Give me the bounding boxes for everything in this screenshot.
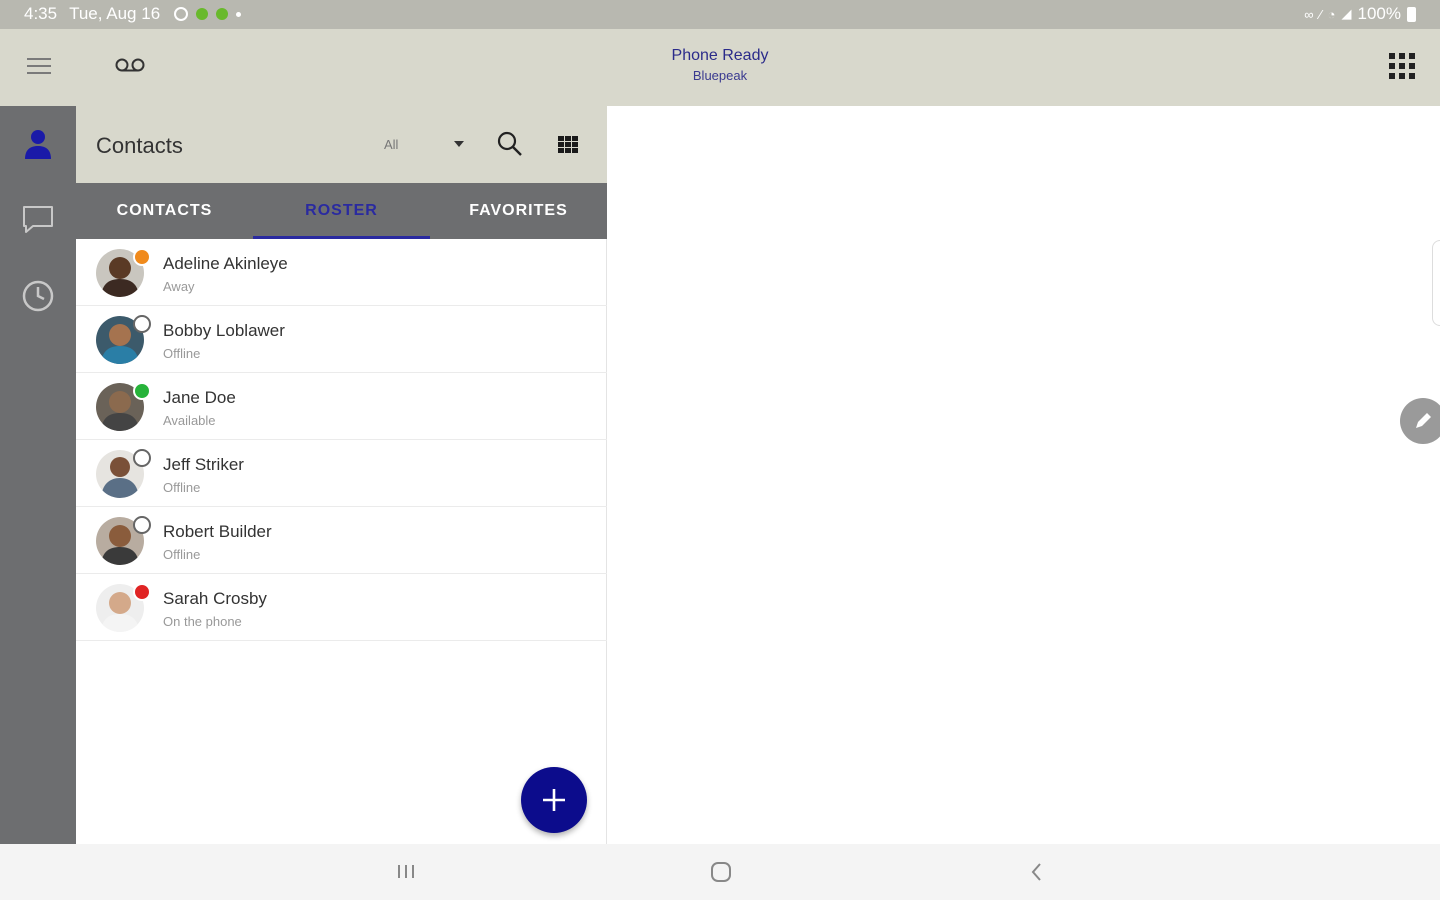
nav-rail bbox=[0, 106, 76, 844]
contact-row[interactable]: Adeline Akinleye Away bbox=[76, 239, 607, 306]
presence-busy-icon bbox=[133, 583, 151, 601]
presence-available-icon bbox=[133, 382, 151, 400]
chat-icon bbox=[23, 206, 53, 233]
chevron-down-icon[interactable] bbox=[454, 141, 464, 147]
contacts-panel: Contacts All CONTACTS ROSTER FAVORITES A… bbox=[76, 106, 607, 844]
rail-item-contacts[interactable] bbox=[0, 106, 76, 182]
notification-dot-icon bbox=[236, 11, 242, 17]
android-settings-icon bbox=[216, 8, 229, 20]
contact-status: On the phone bbox=[163, 614, 242, 629]
alarm-icon bbox=[174, 7, 189, 21]
page-title: Contacts bbox=[96, 133, 183, 158]
history-clock-icon bbox=[22, 280, 54, 312]
home-icon[interactable] bbox=[709, 860, 733, 889]
system-nav-bar bbox=[0, 844, 1440, 900]
contact-row[interactable]: Bobby Loblawer Offline bbox=[76, 306, 607, 373]
contact-status: Offline bbox=[163, 346, 201, 361]
recent-apps-icon[interactable] bbox=[395, 860, 417, 887]
back-icon[interactable] bbox=[1027, 860, 1047, 889]
status-date: Tue, Aug 16 bbox=[69, 4, 161, 23]
presence-offline-icon bbox=[133, 315, 151, 333]
contact-row[interactable]: Jane Doe Available bbox=[76, 373, 607, 440]
plus-icon bbox=[543, 789, 565, 811]
contact-status: Offline bbox=[163, 480, 201, 495]
link-icon: ∞ bbox=[1304, 6, 1314, 22]
contact-name: Adeline Akinleye bbox=[163, 254, 288, 273]
tab-contacts[interactable]: CONTACTS bbox=[76, 183, 253, 239]
status-time: 4:35 bbox=[24, 4, 58, 23]
rail-item-history[interactable] bbox=[0, 258, 76, 334]
grid-view-icon[interactable] bbox=[558, 136, 578, 153]
contact-status: Away bbox=[163, 279, 195, 294]
phone-status-label: Phone Ready bbox=[671, 47, 769, 64]
contact-row[interactable]: Sarah Crosby On the phone bbox=[76, 574, 607, 641]
menu-icon[interactable] bbox=[27, 58, 51, 76]
presence-away-icon bbox=[133, 248, 151, 266]
edge-panel-handle[interactable] bbox=[1432, 240, 1440, 326]
wifi-icon: ◔ bbox=[1327, 6, 1336, 22]
contact-list: Adeline Akinleye Away Bobby Loblawer Off… bbox=[76, 239, 607, 641]
edit-button[interactable] bbox=[1400, 398, 1440, 444]
dialpad-grid-icon[interactable] bbox=[1389, 53, 1415, 79]
tab-favorites[interactable]: FAVORITES bbox=[430, 183, 607, 239]
voicemail-icon[interactable] bbox=[114, 57, 146, 75]
mute-icon: ⁄ bbox=[1319, 6, 1322, 22]
person-icon bbox=[25, 130, 51, 159]
status-bar-left: 4:35 Tue, Aug 16 bbox=[24, 4, 242, 24]
contacts-tabs: CONTACTS ROSTER FAVORITES bbox=[76, 183, 607, 239]
tab-roster[interactable]: ROSTER bbox=[253, 183, 430, 239]
pencil-icon bbox=[1416, 413, 1431, 428]
phone-substatus-label: Bluepeak bbox=[692, 68, 748, 83]
contact-row[interactable]: Robert Builder Offline bbox=[76, 507, 607, 574]
app-top-bar: Phone Ready Bluepeak bbox=[0, 29, 1440, 106]
battery-icon bbox=[1407, 6, 1416, 22]
android-icon bbox=[196, 8, 209, 20]
contact-name: Jane Doe bbox=[163, 388, 236, 407]
signal-icon: ◢ bbox=[1341, 6, 1352, 21]
add-contact-button[interactable] bbox=[521, 767, 587, 833]
battery-percent: 100% bbox=[1357, 4, 1401, 23]
rail-item-chat[interactable] bbox=[0, 182, 76, 258]
contact-row[interactable]: Jeff Striker Offline bbox=[76, 440, 607, 507]
presence-offline-icon bbox=[133, 516, 151, 534]
contact-status: Available bbox=[163, 413, 216, 428]
status-bar-right: ∞ ⁄ ◔ ◢ 100% bbox=[1304, 4, 1416, 24]
contact-name: Jeff Striker bbox=[163, 455, 244, 474]
status-bar: 4:35 Tue, Aug 16 ∞ ⁄ ◔ ◢ 100% bbox=[0, 0, 1440, 29]
contacts-header: Contacts All bbox=[76, 106, 607, 183]
contact-name: Sarah Crosby bbox=[163, 589, 267, 608]
search-icon[interactable] bbox=[496, 130, 524, 163]
contact-name: Bobby Loblawer bbox=[163, 321, 285, 340]
phone-status: Phone Ready Bluepeak bbox=[620, 47, 820, 83]
filter-select-value[interactable]: All bbox=[384, 137, 398, 152]
presence-offline-icon bbox=[133, 449, 151, 467]
contact-name: Robert Builder bbox=[163, 522, 272, 541]
contact-status: Offline bbox=[163, 547, 201, 562]
